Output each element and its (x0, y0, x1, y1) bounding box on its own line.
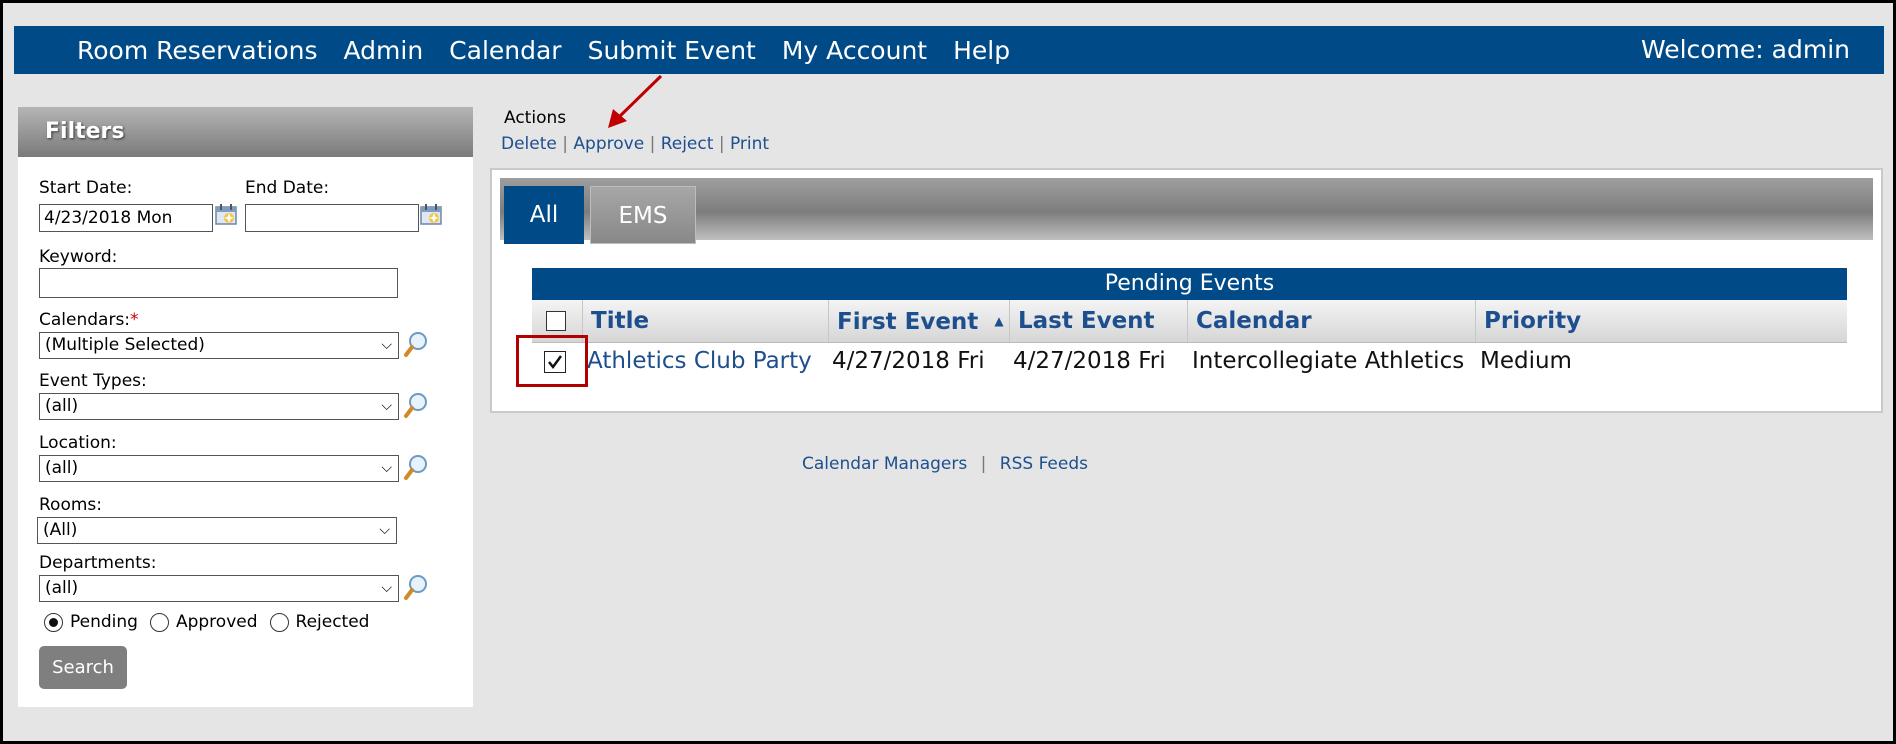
departments-selected-value: (all) (45, 578, 79, 598)
calendar-cell: Intercollegiate Athletics (1192, 348, 1465, 374)
nav-room-reservations[interactable]: Room Reservations (77, 36, 317, 65)
chevron-down-icon: ⌵ (381, 580, 392, 596)
radio-approved[interactable] (149, 612, 169, 632)
app-window: Room Reservations Admin Calendar Submit … (3, 3, 1893, 741)
radio-rejected-label: Rejected (295, 612, 370, 632)
print-link[interactable]: Print (730, 134, 769, 154)
event-title-link[interactable]: Athletics Club Party (587, 342, 812, 382)
end-date-label: End Date: (245, 178, 330, 198)
radio-rejected[interactable] (269, 612, 289, 632)
events-panel: All EMS Pending Events Title First Event… (490, 168, 1883, 413)
separator: | (649, 134, 656, 154)
chevron-down-icon: ⌵ (379, 522, 390, 538)
calendars-select[interactable]: (Multiple Selected) ⌵ (39, 332, 399, 359)
top-navigation: Room Reservations Admin Calendar Submit … (14, 26, 1884, 74)
column-last-event[interactable]: Last Event (1009, 300, 1187, 342)
search-magnifier-icon[interactable] (403, 453, 429, 481)
start-date-label: Start Date: (39, 178, 133, 198)
start-date-input[interactable]: 4/23/2018 Mon (39, 204, 213, 232)
actions-links: Delete | Approve | Reject | Print (501, 134, 769, 154)
required-asterisk: * (130, 310, 139, 330)
departments-select[interactable]: (all) ⌵ (39, 575, 399, 602)
delete-link[interactable]: Delete (501, 134, 557, 154)
calendar-icon[interactable] (214, 202, 240, 228)
nav-admin[interactable]: Admin (343, 36, 423, 65)
sort-ascending-icon: ▲ (994, 314, 1004, 328)
rss-feeds-link[interactable]: RSS Feeds (1000, 454, 1088, 474)
nav-my-account[interactable]: My Account (782, 36, 927, 65)
calendar-icon[interactable] (419, 202, 445, 228)
end-date-input[interactable] (245, 204, 419, 232)
chevron-down-icon: ⌵ (381, 337, 392, 353)
event-types-selected-value: (all) (45, 396, 79, 416)
separator: | (718, 134, 725, 154)
rooms-selected-value: (All) (43, 520, 78, 540)
last-event-cell: 4/27/2018 Fri (1013, 348, 1166, 374)
status-rejected-option[interactable]: Rejected (269, 612, 370, 632)
departments-label: Departments: (39, 553, 157, 573)
column-calendar[interactable]: Calendar (1187, 300, 1475, 342)
column-first-event[interactable]: First Event ▲ (828, 300, 1009, 342)
priority-cell: Medium (1480, 348, 1572, 374)
filters-panel: Filters Start Date: 4/23/2018 Mon End Da… (18, 107, 473, 707)
welcome-text: Welcome: admin (1640, 35, 1850, 64)
location-selected-value: (all) (45, 458, 79, 478)
actions-title: Actions (504, 108, 567, 128)
status-pending-option[interactable]: Pending (44, 612, 138, 632)
tab-bar: All EMS (500, 178, 1873, 244)
separator: | (562, 134, 568, 154)
footer-links: Calendar Managers | RSS Feeds (802, 454, 1088, 474)
tab-all[interactable]: All (504, 186, 584, 244)
search-magnifier-icon[interactable] (403, 330, 429, 358)
select-all-checkbox[interactable] (546, 311, 566, 331)
location-label: Location: (39, 433, 117, 453)
rooms-select[interactable]: (All) ⌵ (37, 517, 397, 544)
keyword-label: Keyword: (39, 247, 118, 267)
annotation-arrow-icon (608, 74, 663, 128)
table-title: Pending Events (532, 268, 1847, 300)
location-select[interactable]: (all) ⌵ (39, 455, 399, 482)
chevron-down-icon: ⌵ (381, 398, 392, 414)
search-magnifier-icon[interactable] (403, 573, 429, 601)
approve-link[interactable]: Approve (573, 134, 644, 154)
status-radio-group: Pending Approved Rejected (44, 612, 381, 632)
chevron-down-icon: ⌵ (381, 460, 392, 476)
column-first-event-label: First Event (837, 309, 979, 335)
filters-title: Filters (18, 107, 473, 157)
event-types-label: Event Types: (39, 371, 147, 391)
column-title[interactable]: Title (582, 300, 828, 342)
status-approved-option[interactable]: Approved (149, 612, 258, 632)
radio-pending-label: Pending (70, 612, 138, 632)
event-types-select[interactable]: (all) ⌵ (39, 393, 399, 420)
calendars-label: Calendars:* (39, 310, 139, 330)
calendars-selected-value: (Multiple Selected) (45, 335, 205, 355)
search-magnifier-icon[interactable] (403, 391, 429, 419)
nav-calendar[interactable]: Calendar (449, 36, 561, 65)
tab-ems[interactable]: EMS (590, 186, 696, 244)
nav-submit-event[interactable]: Submit Event (588, 36, 756, 65)
nav-help[interactable]: Help (953, 36, 1010, 65)
calendar-managers-link[interactable]: Calendar Managers (802, 454, 967, 474)
highlight-annotation-box (516, 335, 588, 387)
rooms-label: Rooms: (39, 495, 102, 515)
column-priority[interactable]: Priority (1475, 300, 1847, 342)
search-button[interactable]: Search (39, 646, 127, 689)
separator: | (980, 454, 987, 474)
radio-approved-label: Approved (175, 612, 258, 632)
table-row: Athletics Club Party 4/27/2018 Fri 4/27/… (532, 342, 1847, 382)
radio-pending[interactable] (44, 612, 63, 632)
table-header: Title First Event ▲ Last Event Calendar … (532, 300, 1847, 343)
first-event-cell: 4/27/2018 Fri (832, 348, 985, 374)
keyword-input[interactable] (39, 268, 398, 298)
reject-link[interactable]: Reject (661, 134, 714, 154)
